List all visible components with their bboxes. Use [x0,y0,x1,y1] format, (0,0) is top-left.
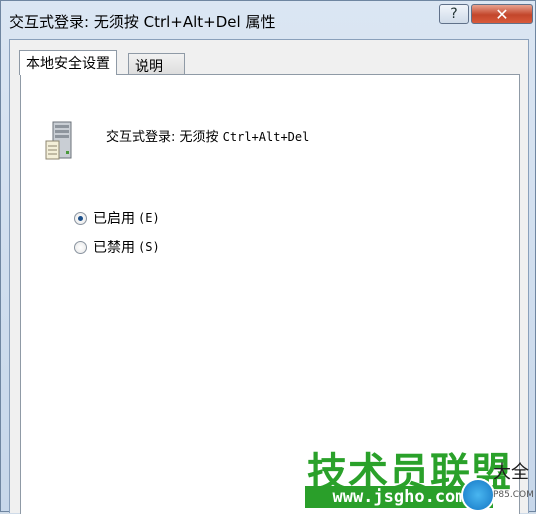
watermark-suffix: 大全 [493,462,529,483]
policy-name-prefix: 交互式登录: 无须按 [106,130,223,145]
tab-explain[interactable]: 说明 [128,53,185,75]
radio-disabled-label: 已禁用 [93,240,135,256]
tab-label: 说明 [135,59,163,75]
close-button[interactable]: ✕ [471,4,533,24]
radio-enabled-indicator[interactable] [74,211,87,225]
title-bar[interactable]: 交互式登录: 无须按 Ctrl+Alt+Del 属性 ? ✕ [1,1,535,39]
properties-dialog: 交互式登录: 无须按 Ctrl+Alt+Del 属性 ? ✕ 本地安全设置 说明 [0,0,536,514]
help-icon: ? [450,6,458,22]
close-icon: ✕ [495,4,509,24]
policy-name-key: Ctrl+Alt+Del [222,130,310,144]
radio-enabled[interactable]: 已启用 (E) [74,208,160,228]
tab-local-security-setting[interactable]: 本地安全设置 [19,50,117,75]
watermark-logo-icon [461,478,495,512]
policy-name: 交互式登录: 无须按 Ctrl+Alt+Del [106,126,309,145]
server-icon [45,121,72,160]
help-button[interactable]: ? [439,4,469,24]
watermark: 技术员联盟 www.jsgho.com 大全 P85.COM [303,440,536,512]
radio-disabled-hotkey: (S) [138,240,160,254]
radio-enabled-label: 已启用 [93,211,135,227]
radio-disabled-indicator[interactable] [74,240,87,254]
radio-enabled-hotkey: (E) [138,211,160,225]
tab-label: 本地安全设置 [26,56,110,72]
radio-disabled[interactable]: 已禁用 (S) [74,237,160,257]
watermark-small-text: P85.COM [493,490,534,500]
window-title: 交互式登录: 无须按 Ctrl+Alt+Del 属性 [9,13,276,31]
